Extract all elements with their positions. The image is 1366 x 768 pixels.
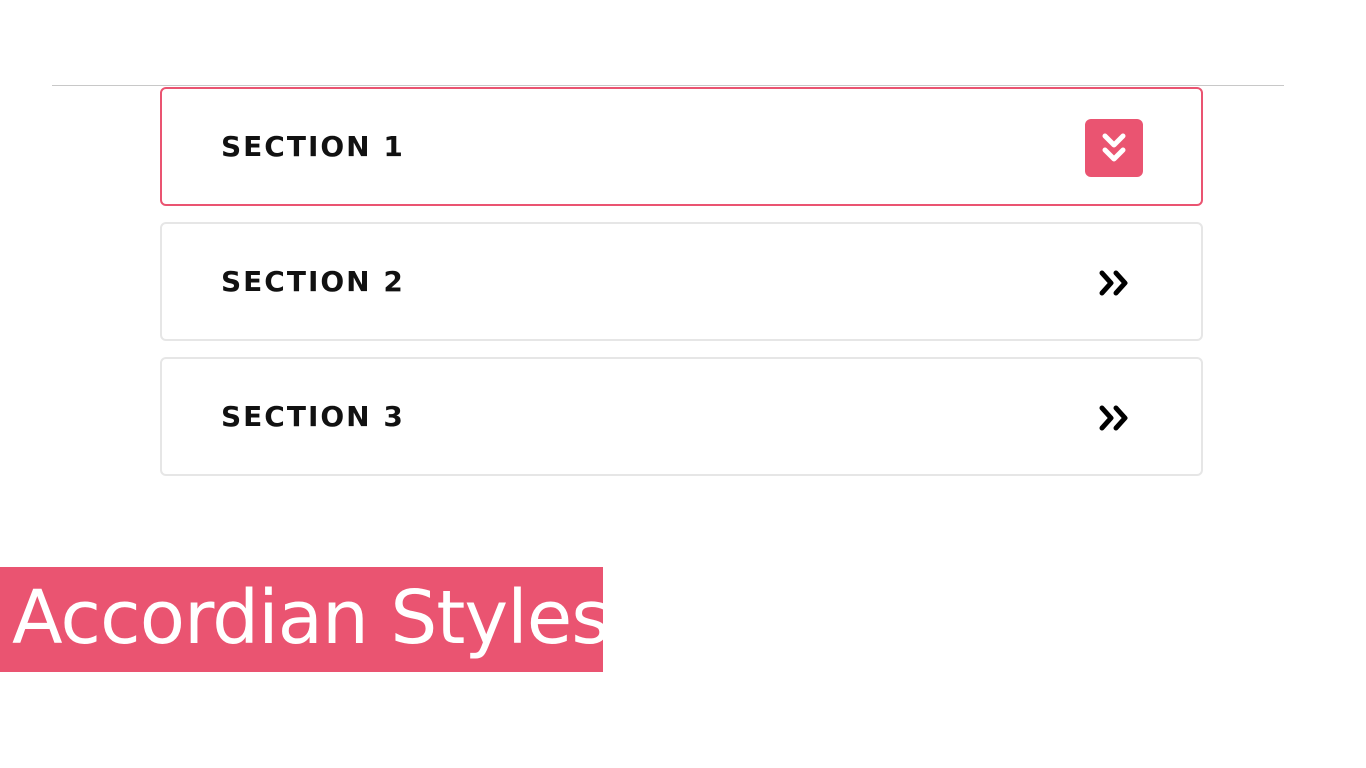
- accordion-item-section-2[interactable]: SECTION 2: [160, 222, 1203, 341]
- accordion-item-title: SECTION 1: [221, 130, 405, 163]
- accordion-toggle-button[interactable]: [1085, 389, 1143, 447]
- accordion-item-section-3[interactable]: SECTION 3: [160, 357, 1203, 476]
- accordion-toggle-button[interactable]: [1085, 254, 1143, 312]
- accordion: SECTION 1 SECTION 2 SECTION 3: [160, 87, 1203, 492]
- accordion-item-section-1[interactable]: SECTION 1: [160, 87, 1203, 206]
- top-divider: [52, 85, 1284, 86]
- chevrons-right-icon: [1099, 270, 1128, 296]
- accordion-item-title: SECTION 3: [221, 400, 405, 433]
- caption-banner: Accordian Styles: [0, 567, 610, 672]
- chevrons-down-icon: [1102, 133, 1126, 162]
- caption-title: Accordian Styles: [12, 575, 610, 661]
- accordion-toggle-button[interactable]: [1085, 119, 1143, 177]
- accordion-item-title: SECTION 2: [221, 265, 405, 298]
- chevrons-right-icon: [1099, 405, 1128, 431]
